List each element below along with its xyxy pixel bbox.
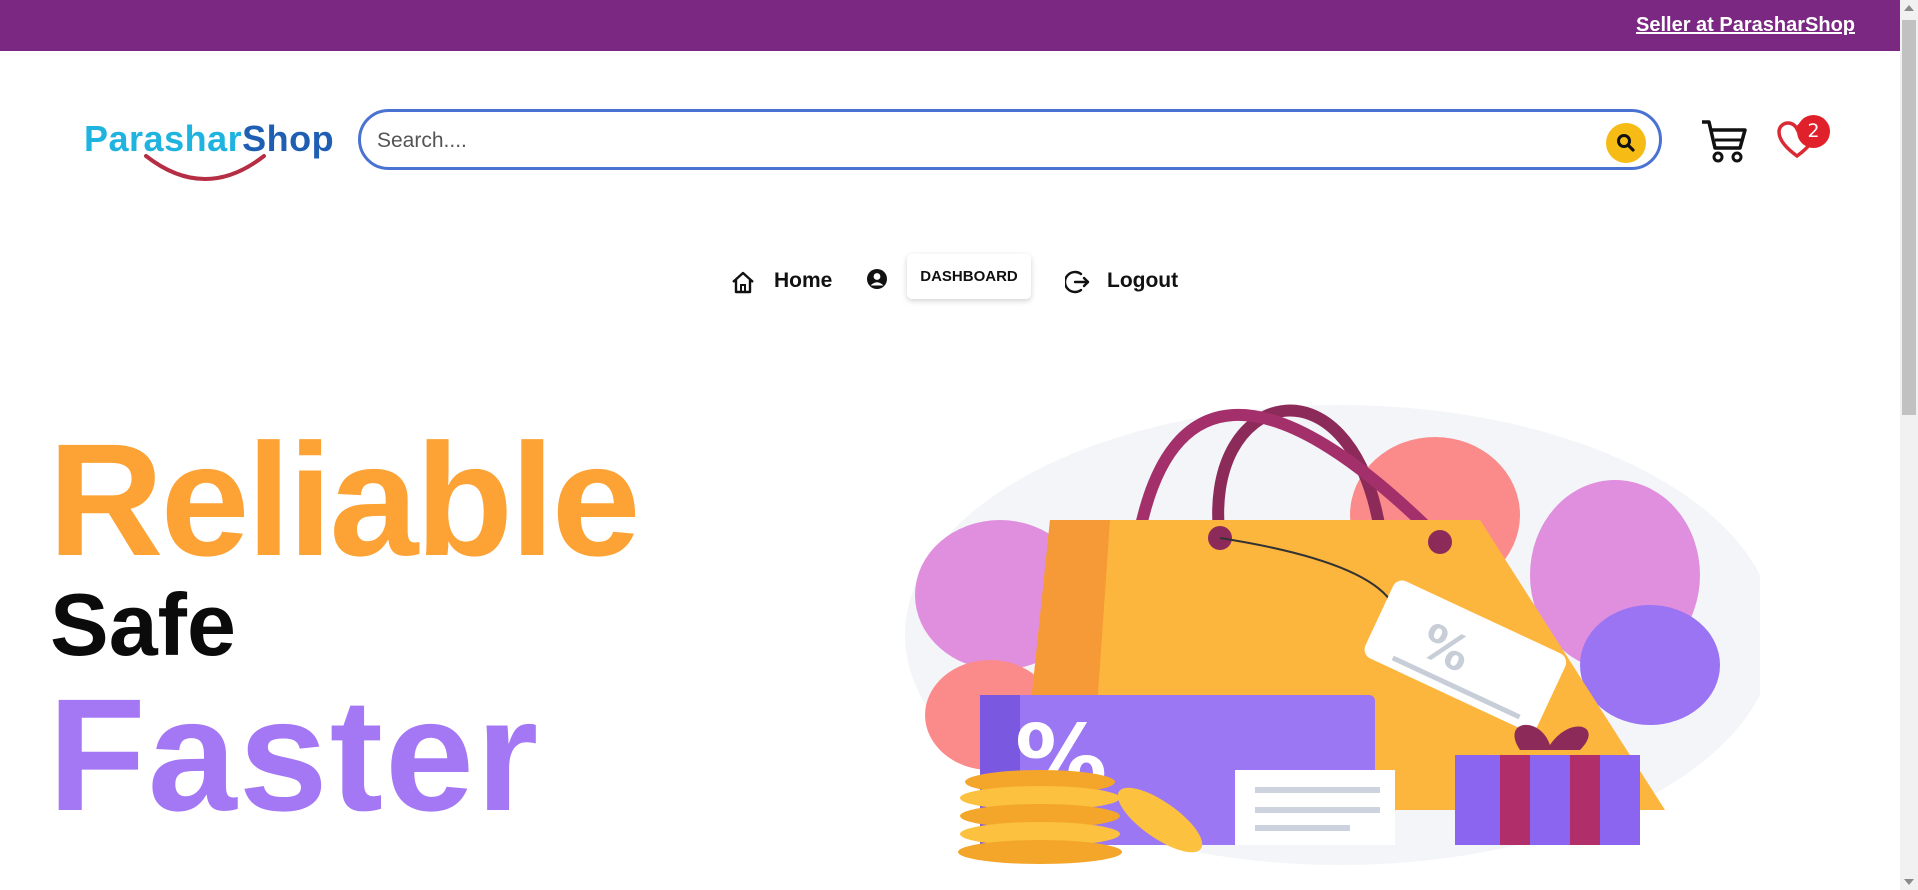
top-bar: Seller at ParasharShop — [0, 0, 1900, 51]
nav-home-label: Home — [774, 269, 833, 292]
search-input[interactable] — [375, 121, 1569, 161]
search-button[interactable] — [1606, 123, 1646, 163]
shopping-bag-illustration: % % — [905, 404, 1760, 865]
scroll-down-arrow[interactable] — [1904, 879, 1914, 885]
logo[interactable]: ParasharShop — [84, 118, 334, 190]
seller-link[interactable]: Seller at ParasharShop — [1636, 14, 1855, 37]
search-icon — [1617, 134, 1635, 152]
logo-smile-icon — [144, 154, 266, 181]
hero-line-faster: Faster — [48, 665, 541, 844]
home-icon — [732, 271, 754, 294]
search-bar — [358, 109, 1662, 170]
logout-icon — [1065, 270, 1090, 294]
dashboard-button[interactable]: DASHBOARD — [907, 254, 1031, 299]
user-circle-icon[interactable] — [866, 268, 888, 290]
page-scrollbar[interactable] — [1900, 0, 1918, 890]
cart-icon[interactable] — [1700, 118, 1748, 164]
hero-line-reliable: Reliable — [48, 410, 641, 589]
scroll-up-arrow[interactable] — [1904, 5, 1914, 11]
wishlist-count-badge: 2 — [1797, 115, 1830, 148]
main-nav: Home DASHBOARD Logout — [0, 254, 1900, 304]
hero-line-safe: Safe — [50, 575, 236, 674]
nav-logout-label: Logout — [1107, 269, 1179, 292]
scroll-thumb[interactable] — [1902, 20, 1916, 415]
